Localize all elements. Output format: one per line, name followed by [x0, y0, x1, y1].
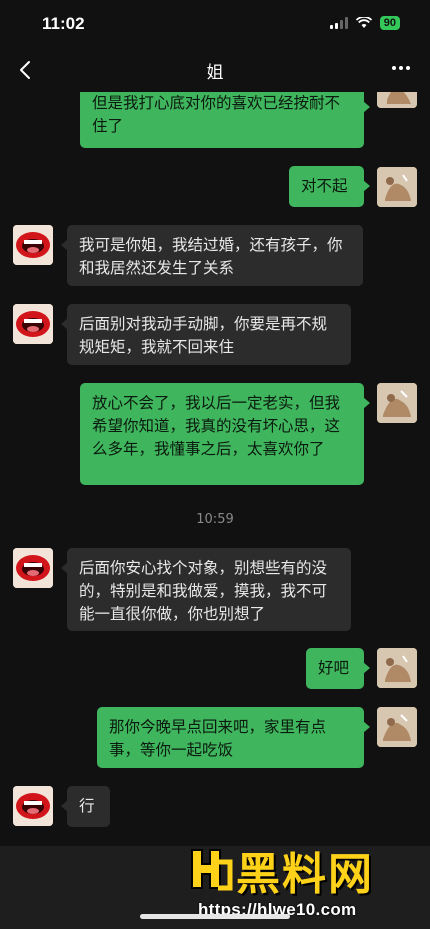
message-bubble-self[interactable]: 但是我打心底对你的喜欢已经按耐不住了	[80, 87, 370, 148]
chat-title: 姐	[206, 63, 224, 83]
contact-avatar[interactable]	[13, 786, 53, 826]
chat-header: 姐	[0, 50, 430, 92]
message-bubble-other[interactable]: 我可是你姐，我结过婚，还有孩子，你和我居然还发生了关系	[61, 225, 363, 286]
self-avatar[interactable]	[377, 648, 417, 688]
message-bubble-self[interactable]: 对不起	[289, 166, 370, 207]
self-avatar[interactable]	[377, 167, 417, 207]
contact-avatar[interactable]	[13, 225, 53, 265]
contact-avatar[interactable]	[13, 548, 53, 588]
self-avatar[interactable]	[377, 707, 417, 747]
message-bubble-other[interactable]: 行	[61, 786, 110, 827]
contact-avatar[interactable]	[13, 304, 53, 344]
message-bubble-self[interactable]: 好吧	[306, 648, 370, 689]
message-timestamp: 10:59	[196, 512, 234, 527]
chat-area: 但是我打心底对你的喜欢已经按耐不住了 对不起 我可是你姐，我结过婚，还有孩子，你…	[0, 0, 430, 929]
watermark: 黑料网 https://hlwe10.com	[188, 838, 424, 924]
watermark-logo	[191, 849, 233, 891]
home-indicator	[140, 914, 290, 919]
message-bubble-other[interactable]: 后面别对我动手动脚，你要是再不规规矩矩，我就不回来住	[61, 304, 351, 365]
message-bubble-other[interactable]: 后面你安心找个对象，别想些有的没的，特别是和我做爱，摸我，我不可能一直很你做，你…	[61, 548, 351, 631]
watermark-brand: 黑料网	[236, 850, 374, 899]
wifi-icon	[355, 17, 372, 28]
signal-icon	[329, 17, 348, 29]
more-icon[interactable]	[392, 66, 410, 70]
message-bubble-self[interactable]: 放心不会了，我以后一定老实，但我希望你知道，我真的没有坏心思，这么多年，我懂事之…	[80, 383, 370, 485]
status-bar: 11:02 90	[0, 0, 430, 50]
status-icons: 90	[329, 16, 400, 30]
status-time: 11:02	[42, 14, 85, 33]
message-bubble-self[interactable]: 那你今晚早点回来吧，家里有点事，等你一起吃饭	[97, 707, 370, 768]
battery-icon: 90	[379, 16, 400, 30]
self-avatar[interactable]	[377, 383, 417, 423]
